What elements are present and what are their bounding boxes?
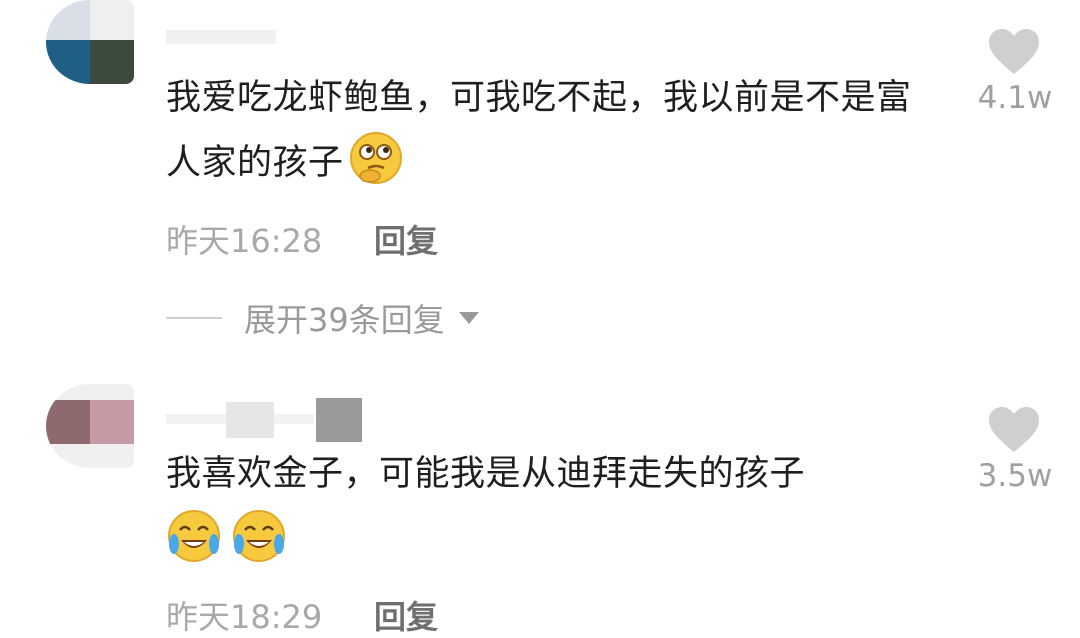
comment-text-content: 我喜欢金子，可能我是从迪拜走失的孩子 [166,454,806,494]
reply-button[interactable]: 回复 [374,592,438,638]
expand-replies-button[interactable]: 展开39条回复 [166,296,479,340]
like-count: 4.1w [977,80,1053,116]
divider-line [166,317,222,319]
comment-text: 我爱吃龙虾鲍鱼，可我吃不起，我以前是不是富人家的孩子 [166,66,946,195]
reply-button[interactable]: 回复 [374,216,438,262]
like-button[interactable] [984,28,1044,76]
heart-icon [989,407,1039,452]
like-button[interactable] [984,406,1044,454]
comment-text-content: 我爱吃龙虾鲍鱼，可我吃不起，我以前是不是富人家的孩子 [166,78,912,183]
comment-timestamp: 昨天16:28 [166,222,323,260]
heart-icon [989,29,1039,74]
username-blurred[interactable] [166,398,362,442]
comment-timestamp: 昨天18:29 [166,598,323,636]
username-blurred[interactable] [166,30,276,44]
caret-down-icon [458,312,479,324]
crying-laughing-emoji [233,510,286,562]
thinking-face-emoji [349,132,402,184]
avatar[interactable] [46,0,134,84]
avatar[interactable] [46,384,134,468]
expand-replies-label: 展开39条回复 [244,301,445,339]
emoji-row [166,508,287,564]
like-count: 3.5w [977,458,1053,494]
comment-text: 我喜欢金子，可能我是从迪拜走失的孩子 [166,442,946,506]
crying-laughing-emoji [168,510,220,562]
